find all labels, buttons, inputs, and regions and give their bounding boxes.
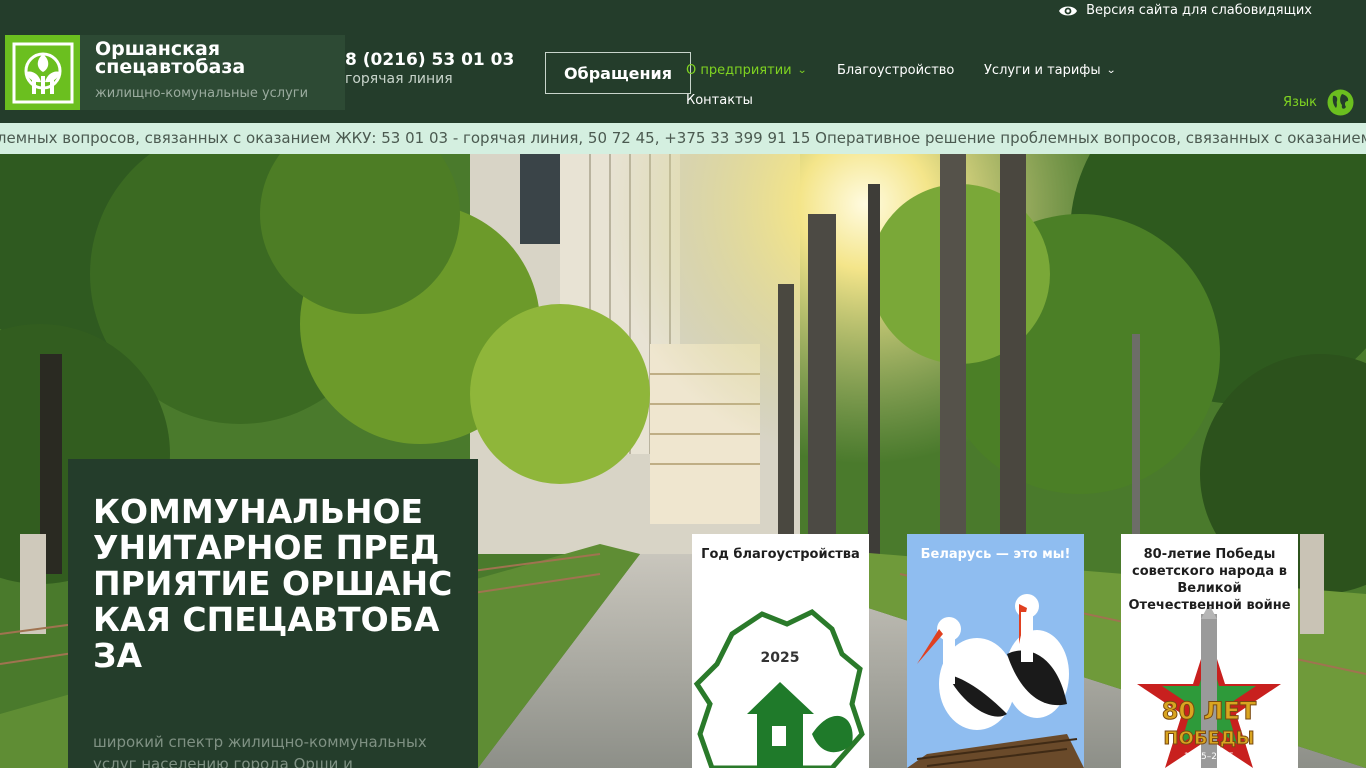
tile-belarus-is-us[interactable]: Беларусь — это мы! <box>907 534 1084 768</box>
nav-item-label: О предприятии <box>686 63 792 78</box>
hotline-phone[interactable]: 8 (0216) 53 01 03 <box>345 50 514 70</box>
language-label: Язык <box>1282 95 1317 110</box>
tile-badge-years: 1945–2025 <box>1184 752 1234 762</box>
nav-item-landscaping[interactable]: Благоустройство <box>837 63 954 78</box>
tile-year-of-landscaping[interactable]: 2025 Год благоустройства <box>692 534 869 768</box>
tile-badge-bottom: ПОБЕДЫ <box>1163 728 1254 749</box>
tile-80-years-victory[interactable]: 80 ЛЕТ ПОБЕДЫ 1945–2025 80-летие Победы … <box>1121 534 1298 768</box>
hero-subtitle: широкий спектр жилищно-коммунальных услу… <box>93 733 427 768</box>
top-bar: Версия сайта для слабовидящих <box>0 0 1366 24</box>
globe-icon <box>1327 89 1354 116</box>
ticker-text: Оперативное решение проблемных вопросов,… <box>0 129 1366 147</box>
low-vision-link[interactable]: Версия сайта для слабовидящих <box>1058 3 1312 18</box>
chevron-down-icon: ⌄ <box>796 65 807 76</box>
belarus-map-house-icon: 2025 <box>693 609 865 768</box>
logo[interactable] <box>5 35 80 110</box>
hotline-label: горячая линия <box>345 71 453 87</box>
brand-name: Оршанская спецавтобаза <box>95 38 246 78</box>
tile-title: 80-летие Победы советского народа в Вели… <box>1128 547 1291 613</box>
hero-title: КОММУНАЛЬНОЕ УНИТАРНОЕ ПРЕДПРИЯТИЕ ОРШАН… <box>93 492 453 675</box>
tile-title: Год благоустройства <box>701 547 860 562</box>
hero-section: КОММУНАЛЬНОЕ УНИТАРНОЕ ПРЕДПРИЯТИЕ ОРШАН… <box>0 154 1366 768</box>
news-ticker: Оперативное решение проблемных вопросов,… <box>0 123 1366 154</box>
eye-icon <box>1059 6 1078 15</box>
nav-item-services[interactable]: Услуги и тарифы ⌄ <box>984 63 1116 78</box>
appeals-button[interactable]: Обращения <box>545 52 691 94</box>
hero-card: КОММУНАЛЬНОЕ УНИТАРНОЕ ПРЕДПРИЯТИЕ ОРШАН… <box>68 459 478 768</box>
brand-block[interactable]: Оршанская спецавтобаза жилищно-комунальн… <box>80 35 345 110</box>
nav-item-label: Контакты <box>686 93 753 108</box>
site-header: Оршанская спецавтобаза жилищно-комунальн… <box>0 24 1366 123</box>
tile-title: Беларусь — это мы! <box>920 547 1071 562</box>
language-switcher[interactable]: Язык <box>1283 89 1354 116</box>
low-vision-label: Версия сайта для слабовидящих <box>1086 3 1312 18</box>
nav-item-label: Благоустройство <box>837 63 955 78</box>
nav-item-label: Услуги и тарифы <box>984 63 1101 78</box>
brand-subtitle: жилищно-комунальные услуги <box>95 86 309 101</box>
tile-badge-year: 2025 <box>761 650 800 666</box>
chevron-down-icon: ⌄ <box>1105 65 1116 76</box>
storks-photo <box>907 534 1084 768</box>
tile-badge-top: 80 ЛЕТ <box>1162 697 1257 725</box>
logo-emblem-icon <box>12 42 73 103</box>
nav-item-about[interactable]: О предприятии ⌄ <box>686 63 807 78</box>
nav-item-contacts[interactable]: Контакты <box>686 93 753 108</box>
